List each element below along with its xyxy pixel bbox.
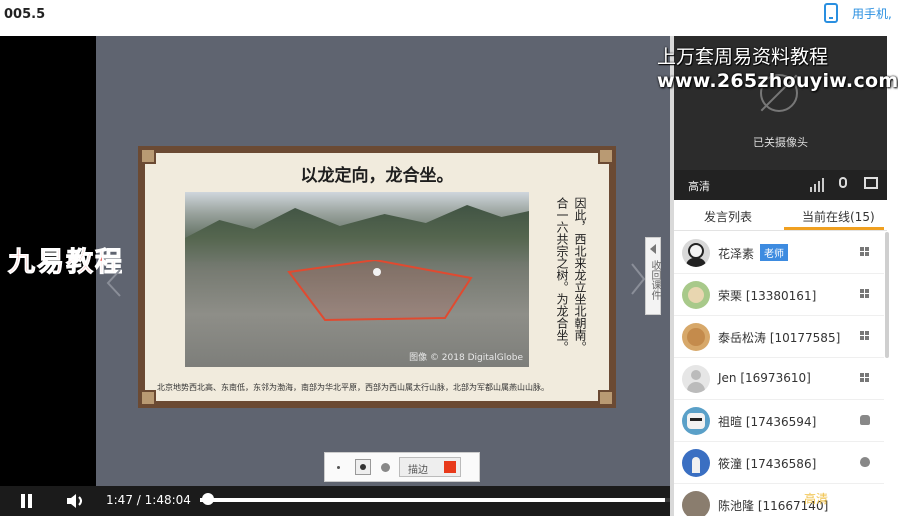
use-phone-link[interactable]: 用手机, — [852, 5, 892, 22]
top-bar: 005.5 用手机, — [0, 0, 898, 34]
progress-fill — [200, 498, 666, 502]
user-row[interactable]: 祖暄 [17436594] — [674, 400, 884, 442]
mobile-phone-icon[interactable] — [824, 3, 838, 23]
default-avatar-icon — [682, 365, 710, 393]
frame-corner — [140, 390, 156, 406]
camera-bar: 高清 — [674, 170, 887, 200]
user-row[interactable]: 泰岳松涛 [10177585] — [674, 316, 884, 358]
avatar — [682, 281, 710, 309]
volume-icon[interactable] — [66, 493, 86, 509]
slide-paper: 以龙定向，龙合坐。 图像 © 2018 DigitalGlobe 因此，西北来龙… — [145, 153, 609, 401]
avatar — [682, 407, 710, 435]
share-screen-icon[interactable] — [864, 177, 878, 189]
arrow-left-icon — [650, 244, 656, 254]
windows-icon — [860, 373, 870, 383]
avatar — [682, 491, 710, 516]
stroke-color-swatch[interactable] — [444, 461, 456, 473]
tab-online[interactable]: 当前在线(15) — [802, 208, 875, 225]
pause-icon — [21, 494, 25, 508]
pause-button[interactable] — [20, 494, 34, 508]
current-time: 1:47 — [106, 493, 133, 507]
stroke-color-picker[interactable]: 描边 — [399, 457, 461, 477]
apple-icon — [860, 457, 870, 467]
online-user-list: 花泽素 老师 荣栗 [13380161] 泰岳松涛 [10177585] Jen… — [674, 232, 884, 516]
microphone-icon[interactable] — [839, 177, 847, 188]
slide-frame: 以龙定向，龙合坐。 图像 © 2018 DigitalGlobe 因此，西北来龙… — [138, 146, 616, 408]
camera-quality[interactable]: 高清 — [688, 178, 710, 194]
time-display: 1:47 / 1:48:04 — [106, 493, 191, 507]
user-row[interactable]: 花泽素 老师 — [674, 232, 884, 274]
stroke-label: 描边 — [408, 465, 428, 476]
satellite-photo: 图像 © 2018 DigitalGlobe — [185, 192, 529, 367]
teacher-badge: 老师 — [760, 244, 788, 261]
mountain-range — [185, 205, 529, 262]
quality-button[interactable]: 高清 — [804, 490, 828, 507]
duration: 1:48:04 — [144, 493, 191, 507]
progress-bar[interactable] — [200, 498, 670, 502]
vertical-text-1: 因此，西北来龙立坐北朝南。 — [573, 197, 587, 353]
side-tab-label: 收回课件 — [649, 260, 660, 300]
camera-status: 已关摄像头 — [753, 136, 808, 149]
tab-messages[interactable]: 发言列表 — [704, 208, 752, 225]
video-player[interactable]: 以龙定向，龙合坐。 图像 © 2018 DigitalGlobe 因此，西北来龙… — [0, 36, 670, 516]
signal-icon — [810, 178, 828, 192]
windows-icon — [860, 331, 870, 341]
photo-watermark: 图像 © 2018 DigitalGlobe — [409, 353, 523, 363]
page-title: 005.5 — [4, 7, 46, 22]
user-name: Jen [16973610] — [718, 371, 811, 385]
user-name: 祖暄 [17436594] — [718, 415, 817, 429]
windows-icon — [860, 289, 870, 299]
avatar — [682, 239, 710, 267]
previous-slide-chevron-icon[interactable] — [104, 268, 124, 298]
progress-handle[interactable] — [202, 493, 214, 505]
slide-caption: 北京地势西北高、东南低，东邻为渤海，南部为华北平原，西部为西山属太行山脉，北部为… — [157, 383, 549, 392]
windows-icon — [860, 247, 870, 257]
vertical-text-2: 合一六共宗之树。为龙合坐。 — [555, 197, 569, 353]
panel-tabs: 发言列表 当前在线(15) — [674, 200, 887, 231]
pen-size-small[interactable] — [337, 466, 340, 469]
collapse-courseware-tab[interactable]: 收回课件 — [645, 237, 661, 315]
android-icon — [860, 415, 870, 425]
playback-speed-button[interactable]: 2.0倍 — [850, 490, 883, 507]
avatar — [682, 323, 710, 351]
right-panel: 已关摄像头 高清 发言列表 当前在线(15) 花泽素 老师 荣栗 [133801… — [674, 36, 898, 516]
frame-corner — [598, 148, 614, 164]
frame-corner — [140, 148, 156, 164]
frame-corner — [598, 390, 614, 406]
user-name: 荣栗 [13380161] — [718, 289, 817, 303]
pen-size-large[interactable] — [381, 463, 390, 472]
user-row[interactable]: Jen [16973610] — [674, 358, 884, 400]
highlighted-region — [287, 260, 473, 322]
player-controls: 1:47 / 1:48:04 — [0, 486, 670, 516]
avatar — [682, 449, 710, 477]
slide-heading: 以龙定向，龙合坐。 — [300, 166, 454, 186]
watermark-line-2: www.265zhouyiw.com — [657, 70, 898, 92]
active-tab-indicator — [784, 227, 884, 230]
user-row[interactable]: 筱潼 [17436586] — [674, 442, 884, 484]
list-scrollbar[interactable] — [885, 232, 889, 358]
user-name: 泰岳松涛 [10177585] — [718, 331, 841, 345]
draw-toolbar: 描边 — [324, 452, 480, 482]
user-name: 筱潼 [17436586] — [718, 457, 817, 471]
watermark-line-1: 上万套周易资料教程 — [657, 46, 829, 68]
time-separator: / — [136, 493, 141, 507]
pause-icon — [28, 494, 32, 508]
pen-size-medium[interactable] — [355, 459, 371, 475]
user-row[interactable]: 荣栗 [13380161] — [674, 274, 884, 316]
user-name: 花泽素 — [718, 247, 755, 261]
